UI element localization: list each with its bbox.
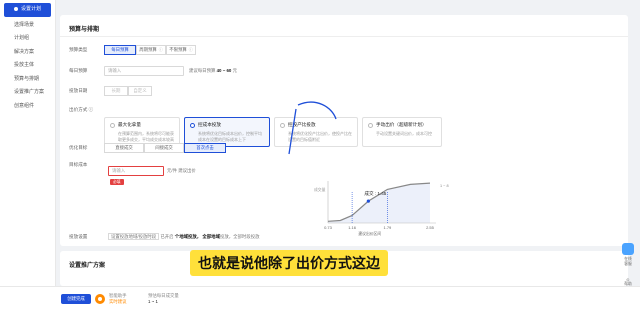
- sidebar-item-plan-setting[interactable]: 设置推广方案: [0, 86, 55, 100]
- bottom-bar: 创建完成 智能助手 实时建议 预估每日成交量 1 ~ 1: [0, 286, 640, 309]
- schedule-setting-link[interactable]: 设置投放地域/投放时段: [108, 233, 160, 240]
- sidebar-item-solution[interactable]: 解决方案: [0, 46, 55, 60]
- sidebar-item-plan-group[interactable]: 计划组: [0, 32, 55, 46]
- x-tick-label: 0.73: [324, 225, 333, 230]
- sidebar-item-set-plan[interactable]: 设置计划: [4, 3, 51, 17]
- daily-budget-label: 每日预算: [69, 68, 88, 73]
- bid-target-direct[interactable]: 直接成交: [104, 143, 144, 153]
- create-button[interactable]: 创建完成: [61, 294, 91, 304]
- step-dot-icon: [14, 6, 18, 11]
- right-label: 1 ~ 8: [440, 184, 449, 188]
- sidebar-item-scene[interactable]: 选择场景: [0, 19, 55, 33]
- bid-card-manual[interactable]: 手动出价（超级新计划） 手动设置关键词出价，成本可控: [362, 117, 442, 147]
- budget-hint: 建议每日预算 40 ~ 60 元: [189, 68, 238, 73]
- radio[interactable]: [110, 122, 115, 128]
- bid-target-label: 优化目标: [69, 145, 88, 150]
- radio[interactable]: [368, 122, 373, 128]
- budget-type-unlimited[interactable]: 不限预算 ⓘ: [166, 45, 196, 55]
- assist-label-2: 实时建议: [109, 299, 127, 304]
- info-icon: ⓘ: [88, 107, 94, 112]
- sidebar-item-budget[interactable]: 预算与排期: [0, 73, 55, 87]
- sidebar-item-creative[interactable]: 创意组件: [0, 100, 55, 114]
- schedule-custom[interactable]: 自定义: [128, 86, 152, 96]
- schedule-setting-label: 投放设置: [69, 234, 88, 239]
- sidebar-item-subject[interactable]: 投放主体: [0, 59, 55, 73]
- target-cost-label: 目标成本: [69, 162, 88, 167]
- floating-help[interactable]: 在线 客服 ⊙ 帮助: [620, 243, 636, 287]
- sidebar: 设置计划 选择场景 计划组 解决方案 投放主体 预算与排期 设置推广方案 创意组…: [0, 0, 56, 309]
- radio[interactable]: [280, 122, 285, 128]
- x-axis-label: 建议出价区间: [358, 231, 381, 236]
- bid-target-first-click[interactable]: 首次点击: [184, 143, 226, 153]
- budget-type-period[interactable]: 周期预算 ⓘ: [136, 45, 166, 55]
- budget-panel: 预算与排期 预算类型 每日预算 周期预算 ⓘ 不限预算 ⓘ 每日预算 请输入 建议每…: [60, 15, 628, 246]
- summary-value: 1 ~ 1: [148, 299, 158, 304]
- assistant-icon: [622, 243, 634, 255]
- bid-estimate-chart: 0.73 1.16 1.79 2.55 成交 : 1.45 1 ~ 8 成交量建议出价区间: [312, 175, 454, 237]
- divider: [60, 36, 628, 37]
- video-subtitle: 也就是说他除了出价方式这边: [190, 250, 388, 276]
- budget-type-label: 预算类型: [69, 47, 88, 52]
- chart-area: [328, 183, 430, 223]
- x-tick-label: 1.79: [384, 225, 393, 230]
- bid-method-label: 出价方式 ⓘ: [69, 107, 94, 112]
- required-error-badge: 必填: [110, 179, 124, 185]
- schedule-long-term[interactable]: 长期: [104, 86, 128, 96]
- info-icon: ⓘ: [188, 47, 193, 52]
- x-tick-label: 1.16: [348, 225, 357, 230]
- budget-type-daily[interactable]: 每日预算: [104, 45, 136, 55]
- section-title: 设置推广方案: [69, 263, 106, 269]
- schedule-setting-text: 设置投放地域/投放时段 已开启 个地域投放， 全部地域投放，全部时段投放: [108, 233, 260, 240]
- section-title: 预算与排期: [69, 27, 100, 33]
- annotation-label: 成交 : 1.45: [364, 190, 386, 197]
- target-cost-unit-hint: 元/件 建议出价: [167, 168, 196, 173]
- data-point: [366, 199, 370, 203]
- info-icon: ⓘ: [158, 47, 163, 52]
- schedule-label: 投放日期: [69, 88, 88, 93]
- pen-annotation: [288, 101, 337, 155]
- radio[interactable]: [190, 122, 195, 128]
- x-tick-label: 2.55: [426, 225, 435, 230]
- bid-target-indirect[interactable]: 间接成交: [144, 143, 184, 153]
- y-axis-label: 成交量: [314, 187, 326, 192]
- assistant-icon[interactable]: [95, 294, 105, 304]
- chart-svg: 0.73 1.16 1.79 2.55 成交 : 1.45 1 ~ 8 成交量建议出价区间: [314, 181, 449, 236]
- target-cost-input[interactable]: 请输入: [108, 166, 164, 176]
- daily-budget-input[interactable]: 请输入: [104, 66, 184, 76]
